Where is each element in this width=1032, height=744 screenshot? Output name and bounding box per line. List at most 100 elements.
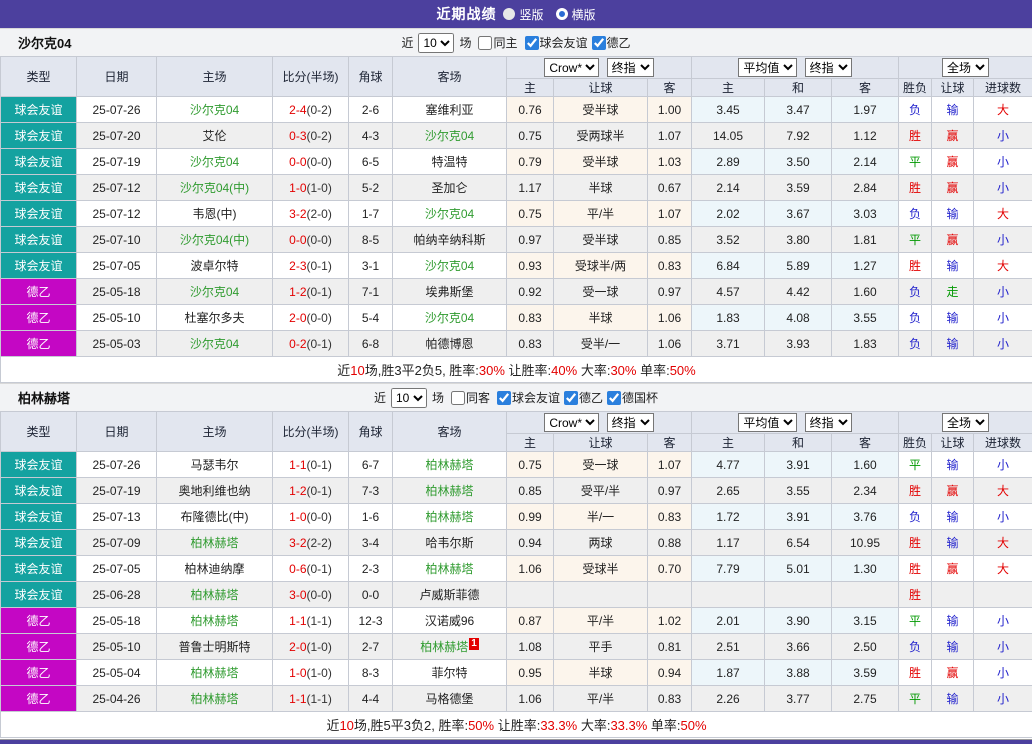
match-date-cell: 25-07-26 bbox=[77, 452, 157, 478]
odds-stage-select[interactable]: 终指 bbox=[607, 413, 654, 432]
bookmaker-select[interactable]: Crow* bbox=[544, 413, 599, 432]
avg-away-odds-cell: 1.30 bbox=[832, 556, 899, 582]
home-team-cell: 柏林迪纳摩 bbox=[157, 556, 273, 582]
result-wl-cell: 负 bbox=[899, 279, 932, 305]
away-team-name: 汉诺威96 bbox=[425, 614, 474, 628]
away-team-name: 柏林赫塔 bbox=[425, 562, 473, 576]
league-filter-checkboxes: 球会友谊德乙 bbox=[521, 34, 631, 51]
away-team-cell: 卢威斯菲德 bbox=[393, 582, 507, 608]
average-select[interactable]: 平均值 bbox=[738, 413, 797, 432]
team-name: 柏林赫塔 bbox=[18, 388, 70, 407]
crow-away-odds-cell: 1.06 bbox=[648, 331, 692, 357]
odds-stage-select[interactable]: 终指 bbox=[607, 58, 654, 77]
league-checkbox-label: 德国杯 bbox=[622, 389, 658, 406]
average-select-group: 平均值 终指 bbox=[692, 57, 899, 79]
col-header-type: 类型 bbox=[1, 57, 77, 97]
league-checkbox-input[interactable] bbox=[497, 391, 511, 405]
bookmaker-select[interactable]: Crow* bbox=[544, 58, 599, 77]
corner-cell: 2-6 bbox=[349, 97, 393, 123]
same-side-checkbox-input[interactable] bbox=[451, 391, 465, 405]
result-goals-cell bbox=[974, 582, 1032, 608]
result-wl-cell: 平 bbox=[899, 608, 932, 634]
avg-home-odds-cell: 1.87 bbox=[692, 660, 765, 686]
summary-segment: 单率: bbox=[636, 363, 669, 378]
home-team-name: 奥地利维也纳 bbox=[178, 484, 250, 498]
layout-radio-vertical[interactable]: 竖版 bbox=[503, 6, 543, 23]
summary-segment: 10 bbox=[350, 363, 364, 378]
match-type-cell: 球会友谊 bbox=[1, 452, 77, 478]
home-team-name: 柏林赫塔 bbox=[190, 666, 238, 680]
odds-stage-select-2[interactable]: 终指 bbox=[805, 58, 852, 77]
league-checkbox-input[interactable] bbox=[564, 391, 578, 405]
league-checkbox-input[interactable] bbox=[525, 36, 539, 50]
full-score: 1-1 bbox=[289, 458, 306, 472]
avg-draw-odds-cell: 3.77 bbox=[765, 686, 832, 712]
avg-draw-odds-cell: 3.55 bbox=[765, 478, 832, 504]
match-type-cell: 球会友谊 bbox=[1, 478, 77, 504]
away-team-name: 沙尔克04 bbox=[425, 259, 474, 273]
match-date-cell: 25-05-10 bbox=[77, 305, 157, 331]
radio-selected-icon bbox=[503, 8, 515, 20]
full-score: 1-1 bbox=[289, 692, 306, 706]
league-checkbox[interactable]: 德乙 bbox=[560, 389, 603, 406]
same-side-checkbox[interactable]: 同主 bbox=[474, 34, 517, 51]
same-side-checkbox[interactable]: 同客 bbox=[447, 389, 490, 406]
away-team-cell: 柏林赫塔 bbox=[393, 478, 507, 504]
league-checkbox-input[interactable] bbox=[607, 391, 621, 405]
match-count-select[interactable]: 10 bbox=[418, 33, 454, 53]
half-score: (0-1) bbox=[307, 458, 332, 472]
layout-vertical-label: 竖版 bbox=[519, 6, 543, 23]
col-header-result-wl: 胜负 bbox=[899, 79, 932, 97]
match-type-cell: 球会友谊 bbox=[1, 582, 77, 608]
filter-controls: 近 10 场 同主 球会友谊德乙 bbox=[401, 33, 630, 53]
scope-select-group: 全场 bbox=[899, 57, 1032, 79]
league-checkbox-input[interactable] bbox=[592, 36, 606, 50]
full-score: 0-3 bbox=[289, 129, 306, 143]
crow-away-odds-cell: 1.00 bbox=[648, 97, 692, 123]
match-type-cell: 德乙 bbox=[1, 305, 77, 331]
count-suffix-label: 场 bbox=[432, 389, 444, 406]
home-team-name: 柏林赫塔 bbox=[190, 614, 238, 628]
same-side-label: 同客 bbox=[466, 389, 490, 406]
away-team-cell: 柏林赫塔1 bbox=[393, 634, 507, 660]
match-count-select[interactable]: 10 bbox=[391, 388, 427, 408]
league-checkbox[interactable]: 德乙 bbox=[588, 34, 631, 51]
league-checkbox-label: 德乙 bbox=[579, 389, 603, 406]
scope-select[interactable]: 全场 bbox=[942, 58, 989, 77]
home-team-name: 艾伦 bbox=[202, 129, 226, 143]
half-score: (0-0) bbox=[307, 311, 332, 325]
result-handicap-cell: 赢 bbox=[932, 175, 974, 201]
result-goals-cell: 小 bbox=[974, 149, 1032, 175]
corner-cell: 6-7 bbox=[349, 452, 393, 478]
corner-cell: 5-2 bbox=[349, 175, 393, 201]
crow-home-odds-cell: 0.99 bbox=[507, 504, 554, 530]
odds-stage-select-2[interactable]: 终指 bbox=[805, 413, 852, 432]
layout-radio-horizontal[interactable]: 横版 bbox=[556, 6, 596, 23]
average-select[interactable]: 平均值 bbox=[738, 58, 797, 77]
corner-cell: 8-5 bbox=[349, 227, 393, 253]
avg-draw-odds-cell: 6.54 bbox=[765, 530, 832, 556]
match-row: 球会友谊25-07-19奥地利维也纳1-2(0-1)7-3柏林赫塔0.85受平/… bbox=[1, 478, 1032, 504]
crow-away-odds-cell: 0.83 bbox=[648, 504, 692, 530]
match-row: 球会友谊25-07-26沙尔克042-4(0-2)2-6塞维利亚0.76受半球1… bbox=[1, 97, 1032, 123]
avg-draw-odds-cell: 3.90 bbox=[765, 608, 832, 634]
match-type-cell: 球会友谊 bbox=[1, 253, 77, 279]
score-cell: 1-1(1-1) bbox=[273, 686, 349, 712]
result-handicap-cell: 赢 bbox=[932, 478, 974, 504]
recent-results-header-bar: 近期战绩 竖版 横版 bbox=[0, 0, 1032, 28]
match-type-cell: 德乙 bbox=[1, 608, 77, 634]
same-side-checkbox-input[interactable] bbox=[478, 36, 492, 50]
avg-away-odds-cell: 3.15 bbox=[832, 608, 899, 634]
home-team-name: 柏林赫塔 bbox=[190, 536, 238, 550]
crow-handicap-cell: 受半球 bbox=[554, 149, 648, 175]
league-checkbox[interactable]: 球会友谊 bbox=[493, 389, 560, 406]
summary-segment: 让胜率: bbox=[505, 363, 551, 378]
league-checkbox[interactable]: 德国杯 bbox=[603, 389, 658, 406]
record-summary: 近10场,胜5平3负2, 胜率:50% 让胜率:33.3% 大率:33.3% 单… bbox=[1, 712, 1032, 738]
corner-cell: 5-4 bbox=[349, 305, 393, 331]
scope-select[interactable]: 全场 bbox=[942, 413, 989, 432]
score-cell: 0-3(0-2) bbox=[273, 123, 349, 149]
result-wl-cell: 负 bbox=[899, 634, 932, 660]
avg-draw-odds-cell: 3.93 bbox=[765, 331, 832, 357]
league-checkbox[interactable]: 球会友谊 bbox=[521, 34, 588, 51]
